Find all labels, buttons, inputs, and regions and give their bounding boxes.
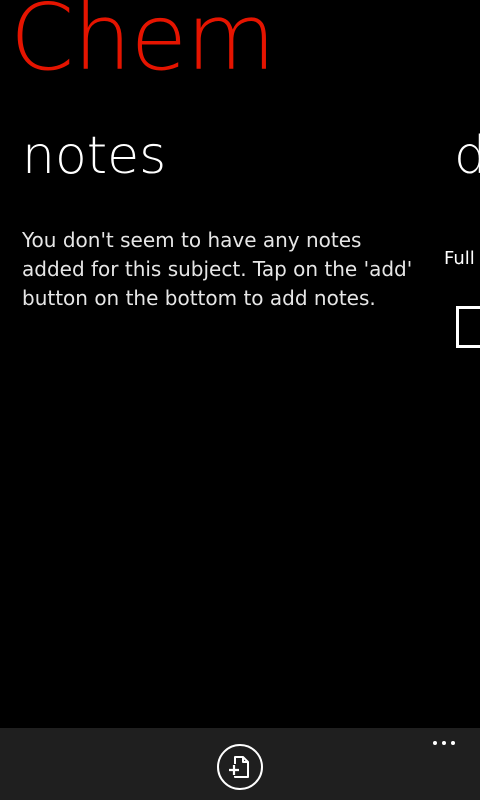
- notes-empty-message: You don't seem to have any notes added f…: [22, 228, 413, 310]
- add-note-icon: [228, 756, 249, 778]
- ellipsis-icon: [433, 741, 437, 745]
- next-section-checkbox[interactable]: [456, 306, 480, 348]
- ellipsis-dot: [451, 741, 455, 745]
- pivot-header-next[interactable]: d: [454, 130, 480, 182]
- add-note-button[interactable]: [217, 744, 263, 790]
- pivot-header-notes[interactable]: notes: [22, 130, 166, 182]
- app-bar: [0, 728, 480, 800]
- more-options-button[interactable]: [426, 732, 462, 754]
- next-section-label: Full: [444, 248, 475, 269]
- phone-screen: Chem notes d You don't seem to have any …: [0, 0, 480, 800]
- app-title: Chem: [10, 0, 276, 91]
- ellipsis-dot: [442, 741, 446, 745]
